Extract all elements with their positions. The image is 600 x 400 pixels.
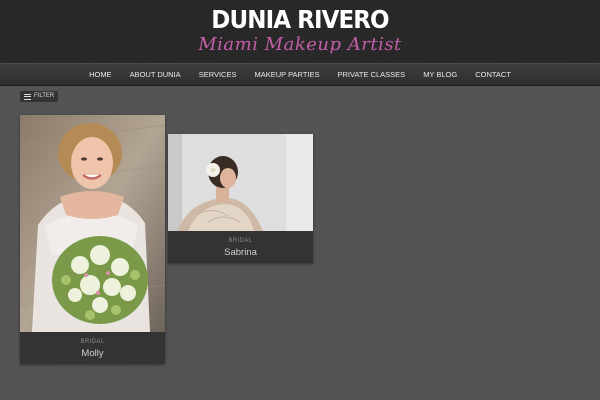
portfolio-photo-sabrina: [168, 134, 313, 231]
nav-item-home[interactable]: HOME: [80, 64, 121, 86]
nav-item-private-classes[interactable]: PRIVATE CLASSES: [329, 64, 415, 86]
menu-lines-icon: [24, 93, 31, 100]
nav-item-blog[interactable]: MY BLOG: [414, 64, 466, 86]
site-tagline: Miami Makeup Artist: [198, 34, 402, 55]
nav-item-services[interactable]: SERVICES: [190, 64, 246, 86]
portfolio-photo-molly: [20, 115, 165, 332]
filter-button[interactable]: FILTER: [20, 91, 59, 102]
portfolio-card-molly[interactable]: BRIDAL Molly: [20, 115, 165, 364]
portfolio-name[interactable]: Molly: [20, 347, 165, 361]
portfolio-card-sabrina[interactable]: BRIDAL Sabrina: [168, 134, 313, 263]
site-header: DUNIA RIVERO Miami Makeup Artist: [0, 0, 600, 63]
main-nav: HOME ABOUT DUNIA SERVICES MAKEUP PARTIES…: [0, 63, 600, 86]
nav-item-about[interactable]: ABOUT DUNIA: [121, 64, 190, 86]
portfolio-category: BRIDAL: [80, 339, 105, 345]
filter-label: FILTER: [34, 93, 55, 99]
nav-item-contact[interactable]: CONTACT: [466, 64, 520, 86]
portfolio-caption-sabrina: BRIDAL Sabrina: [168, 236, 313, 260]
portfolio-caption-molly: BRIDAL Molly: [20, 337, 165, 361]
portfolio-name[interactable]: Sabrina: [168, 246, 313, 260]
site-title[interactable]: DUNIA RIVERO: [24, 6, 576, 34]
portfolio-category: BRIDAL: [228, 238, 253, 244]
nav-item-makeup-parties[interactable]: MAKEUP PARTIES: [245, 64, 328, 86]
